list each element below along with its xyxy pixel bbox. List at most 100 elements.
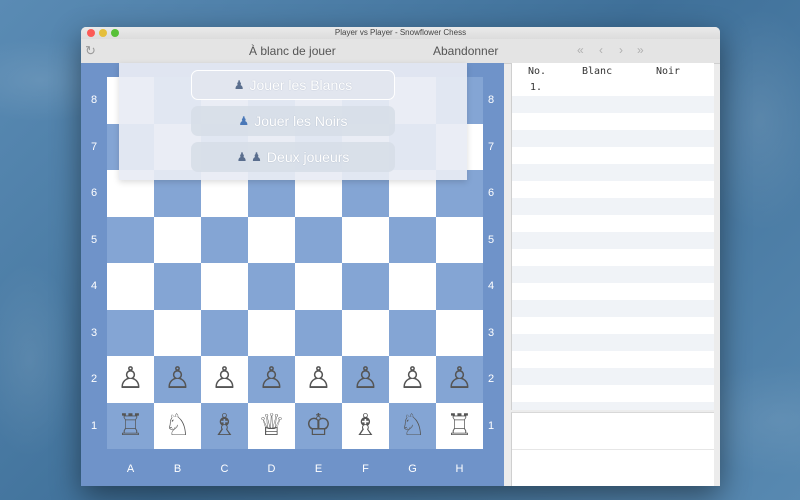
square-g3[interactable] [389, 309, 436, 356]
play-white-button[interactable]: ♟ Jouer les Blancs [191, 70, 395, 100]
square-g4[interactable] [389, 263, 436, 310]
close-window-button[interactable] [87, 29, 95, 37]
rank-label: 7 [90, 140, 98, 153]
square-b5[interactable] [154, 216, 201, 263]
first-move-icon[interactable]: « [577, 43, 584, 57]
rank-label: 5 [90, 233, 98, 246]
chess-piece[interactable]: ♗ [211, 410, 238, 441]
square-g2[interactable]: ♙ [389, 356, 436, 403]
empty-row [512, 283, 714, 300]
square-h1[interactable]: ♖ [436, 402, 483, 449]
square-a3[interactable] [107, 309, 154, 356]
file-label: A [126, 463, 135, 475]
empty-row [512, 351, 714, 368]
two-players-label: Deux joueurs [266, 149, 350, 165]
square-b3[interactable] [154, 309, 201, 356]
moves-list[interactable]: No. Blanc Noir 1. [511, 63, 714, 410]
square-f4[interactable] [342, 263, 389, 310]
square-d5[interactable] [248, 216, 295, 263]
square-c1[interactable]: ♗ [201, 402, 248, 449]
white-pawn-icon: ♟ [233, 78, 245, 92]
chess-piece[interactable]: ♔ [305, 410, 332, 441]
refresh-icon[interactable]: ↻ [85, 43, 96, 59]
empty-row [512, 113, 714, 130]
square-e4[interactable] [295, 263, 342, 310]
empty-row [512, 232, 714, 249]
square-d4[interactable] [248, 263, 295, 310]
rank-label: 1 [487, 419, 495, 432]
play-black-button[interactable]: ♟ Jouer les Noirs [191, 106, 395, 136]
two-players-button[interactable]: ♟ ♟ Deux joueurs [191, 142, 395, 172]
chess-piece[interactable]: ♙ [211, 364, 238, 394]
chess-piece[interactable]: ♙ [446, 364, 473, 394]
square-e5[interactable] [295, 216, 342, 263]
square-g1[interactable]: ♘ [389, 402, 436, 449]
rank-label: 6 [90, 187, 98, 199]
square-a4[interactable] [107, 263, 154, 310]
square-e3[interactable] [295, 309, 342, 356]
previous-move-icon[interactable]: ‹ [599, 43, 603, 57]
chess-piece[interactable]: ♗ [352, 410, 379, 441]
empty-row [512, 147, 714, 164]
chess-piece[interactable]: ♙ [164, 364, 191, 394]
square-b2[interactable]: ♙ [154, 356, 201, 403]
zoom-window-button[interactable] [111, 29, 119, 37]
square-f2[interactable]: ♙ [342, 356, 389, 403]
square-b4[interactable] [154, 263, 201, 310]
square-c3[interactable] [201, 309, 248, 356]
square-g5[interactable] [389, 216, 436, 263]
square-d3[interactable] [248, 309, 295, 356]
square-h2[interactable]: ♙ [436, 356, 483, 403]
chess-piece[interactable]: ♙ [117, 364, 144, 394]
square-f5[interactable] [342, 216, 389, 263]
square-a2[interactable]: ♙ [107, 356, 154, 403]
square-f3[interactable] [342, 309, 389, 356]
board-area: ♙ ♙ ♙ ♙ ♙ ♙ ♙ ♙ ♖ ♘ ♗ ♕ ♔ ♗ ♘ ♖ 8 8 7 7 6 6 5 5 4 4 3 3 2 2 1 1 A B C D E F… [81, 63, 504, 486]
square-b1[interactable]: ♘ [154, 402, 201, 449]
square-c2[interactable]: ♙ [201, 356, 248, 403]
rank-label: 3 [90, 326, 98, 339]
two-pawns-icon: ♟ ♟ [236, 150, 262, 164]
square-d2[interactable]: ♙ [248, 356, 295, 403]
minimize-window-button[interactable] [99, 29, 107, 37]
empty-row [512, 334, 714, 351]
last-move-icon[interactable]: » [637, 43, 644, 57]
square-c4[interactable] [201, 263, 248, 310]
square-f1[interactable]: ♗ [342, 402, 389, 449]
empty-row [512, 300, 714, 317]
square-e1[interactable]: ♔ [295, 402, 342, 449]
empty-row [512, 266, 714, 283]
file-label: B [173, 463, 182, 475]
chess-piece[interactable]: ♙ [305, 364, 332, 394]
chess-piece[interactable]: ♘ [399, 410, 426, 441]
move-row[interactable]: 1. [512, 79, 714, 96]
chess-piece[interactable]: ♙ [399, 364, 426, 394]
file-label: E [314, 463, 323, 475]
header-black: Noir [656, 66, 681, 77]
resign-button[interactable]: Abandonner [433, 44, 498, 58]
chess-piece[interactable]: ♘ [164, 410, 191, 441]
empty-row [512, 249, 714, 266]
chess-piece[interactable]: ♕ [258, 410, 285, 441]
square-h4[interactable] [436, 263, 483, 310]
chess-piece[interactable]: ♖ [446, 410, 473, 441]
file-label: C [220, 463, 229, 475]
square-h5[interactable] [436, 216, 483, 263]
comment-panel[interactable] [511, 412, 714, 486]
chess-piece[interactable]: ♖ [117, 410, 144, 441]
chess-piece[interactable]: ♙ [258, 364, 285, 394]
play-black-label: Jouer les Noirs [254, 113, 348, 129]
file-label: H [455, 463, 464, 475]
square-c5[interactable] [201, 216, 248, 263]
chess-piece[interactable]: ♙ [352, 364, 379, 394]
rank-label: 1 [90, 419, 98, 432]
toolbar: ↻ À blanc de jouer Abandonner « ‹ › » [81, 39, 720, 64]
square-e2[interactable]: ♙ [295, 356, 342, 403]
empty-row [512, 385, 714, 402]
square-d1[interactable]: ♕ [248, 402, 295, 449]
next-move-icon[interactable]: › [619, 43, 623, 57]
empty-row [512, 181, 714, 198]
square-a1[interactable]: ♖ [107, 402, 154, 449]
square-h3[interactable] [436, 309, 483, 356]
square-a5[interactable] [107, 216, 154, 263]
